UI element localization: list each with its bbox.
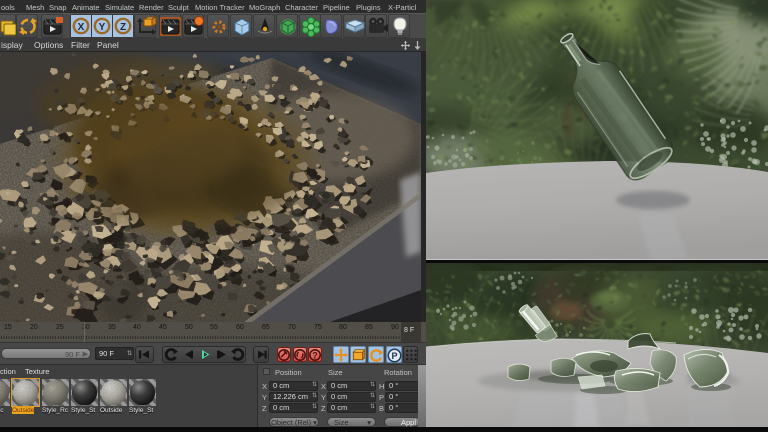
- svg-text:X: X: [78, 22, 85, 33]
- svg-text:P: P: [391, 351, 397, 361]
- svg-text:Y: Y: [99, 22, 106, 33]
- svg-text:?: ?: [312, 350, 318, 360]
- svg-text:Z: Z: [120, 22, 126, 33]
